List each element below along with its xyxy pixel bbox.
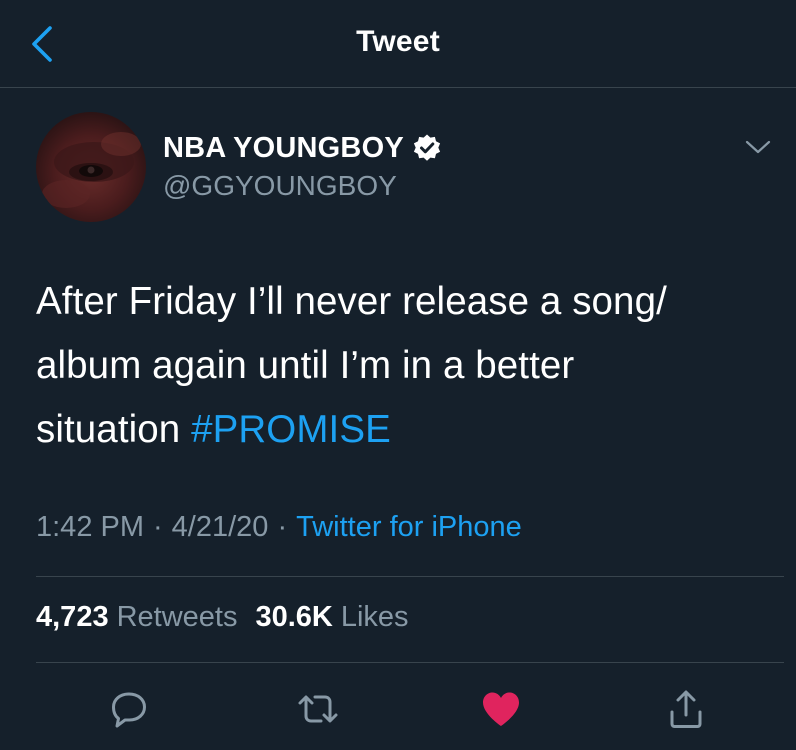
tweet-text-line: situation #PROMISE xyxy=(36,398,766,462)
divider xyxy=(36,576,784,577)
display-name-row: NBA YOUNGBOY xyxy=(163,128,442,168)
verified-badge-icon xyxy=(412,133,442,163)
tweet-menu-button[interactable] xyxy=(740,132,776,162)
tweet-detail-screen: Tweet NBA YOUNGBOY @GGYOUNGBOY After Fri… xyxy=(0,0,796,750)
page-title: Tweet xyxy=(356,25,440,58)
tweet-date: 4/21/20 xyxy=(171,511,269,543)
chevron-down-icon xyxy=(745,140,771,154)
retweets-count: 4,723 xyxy=(36,601,109,633)
avatar-image xyxy=(42,132,141,208)
likes-stat[interactable]: 30.6K Likes xyxy=(255,601,408,633)
tweet-source-link[interactable]: Twitter for iPhone xyxy=(296,511,522,543)
share-button[interactable] xyxy=(661,684,711,734)
meta-separator: · xyxy=(153,511,163,543)
retweets-stat[interactable]: 4,723 Retweets xyxy=(36,601,237,633)
reply-icon xyxy=(112,692,146,728)
likes-count: 30.6K xyxy=(255,601,333,633)
meta-separator: · xyxy=(277,511,288,543)
tweet-author: NBA YOUNGBOY @GGYOUNGBOY xyxy=(36,112,776,224)
top-navigation-bar: Tweet xyxy=(0,0,796,88)
tweet-metadata: 1:42 PM · 4/21/20 · Twitter for iPhone xyxy=(36,511,522,544)
like-button[interactable] xyxy=(476,684,526,734)
tweet-stats: 4,723 Retweets 30.6K Likes xyxy=(36,601,409,634)
author-handle[interactable]: @GGYOUNGBOY xyxy=(163,170,442,202)
retweets-label: Retweets xyxy=(116,601,238,633)
tweet-text: After Friday I’ll never release a song/ … xyxy=(36,270,766,462)
divider xyxy=(36,662,784,663)
display-name[interactable]: NBA YOUNGBOY xyxy=(163,132,404,165)
likes-label: Likes xyxy=(340,601,409,633)
retweet-button[interactable] xyxy=(293,684,343,734)
share-icon xyxy=(670,690,702,728)
tweet-actions xyxy=(0,680,796,740)
avatar[interactable] xyxy=(36,112,146,222)
retweet-icon xyxy=(298,695,338,723)
hashtag-link[interactable]: #PROMISE xyxy=(191,408,391,451)
tweet-text-line: album again until I’m in a better xyxy=(36,344,575,387)
heart-icon xyxy=(483,692,519,726)
tweet-text-fragment: situation xyxy=(36,408,192,451)
reply-button[interactable] xyxy=(104,684,154,734)
tweet-text-line: After Friday I’ll never release a song/ xyxy=(36,280,667,323)
tweet-time: 1:42 PM xyxy=(36,511,144,543)
author-names: NBA YOUNGBOY @GGYOUNGBOY xyxy=(163,128,442,202)
